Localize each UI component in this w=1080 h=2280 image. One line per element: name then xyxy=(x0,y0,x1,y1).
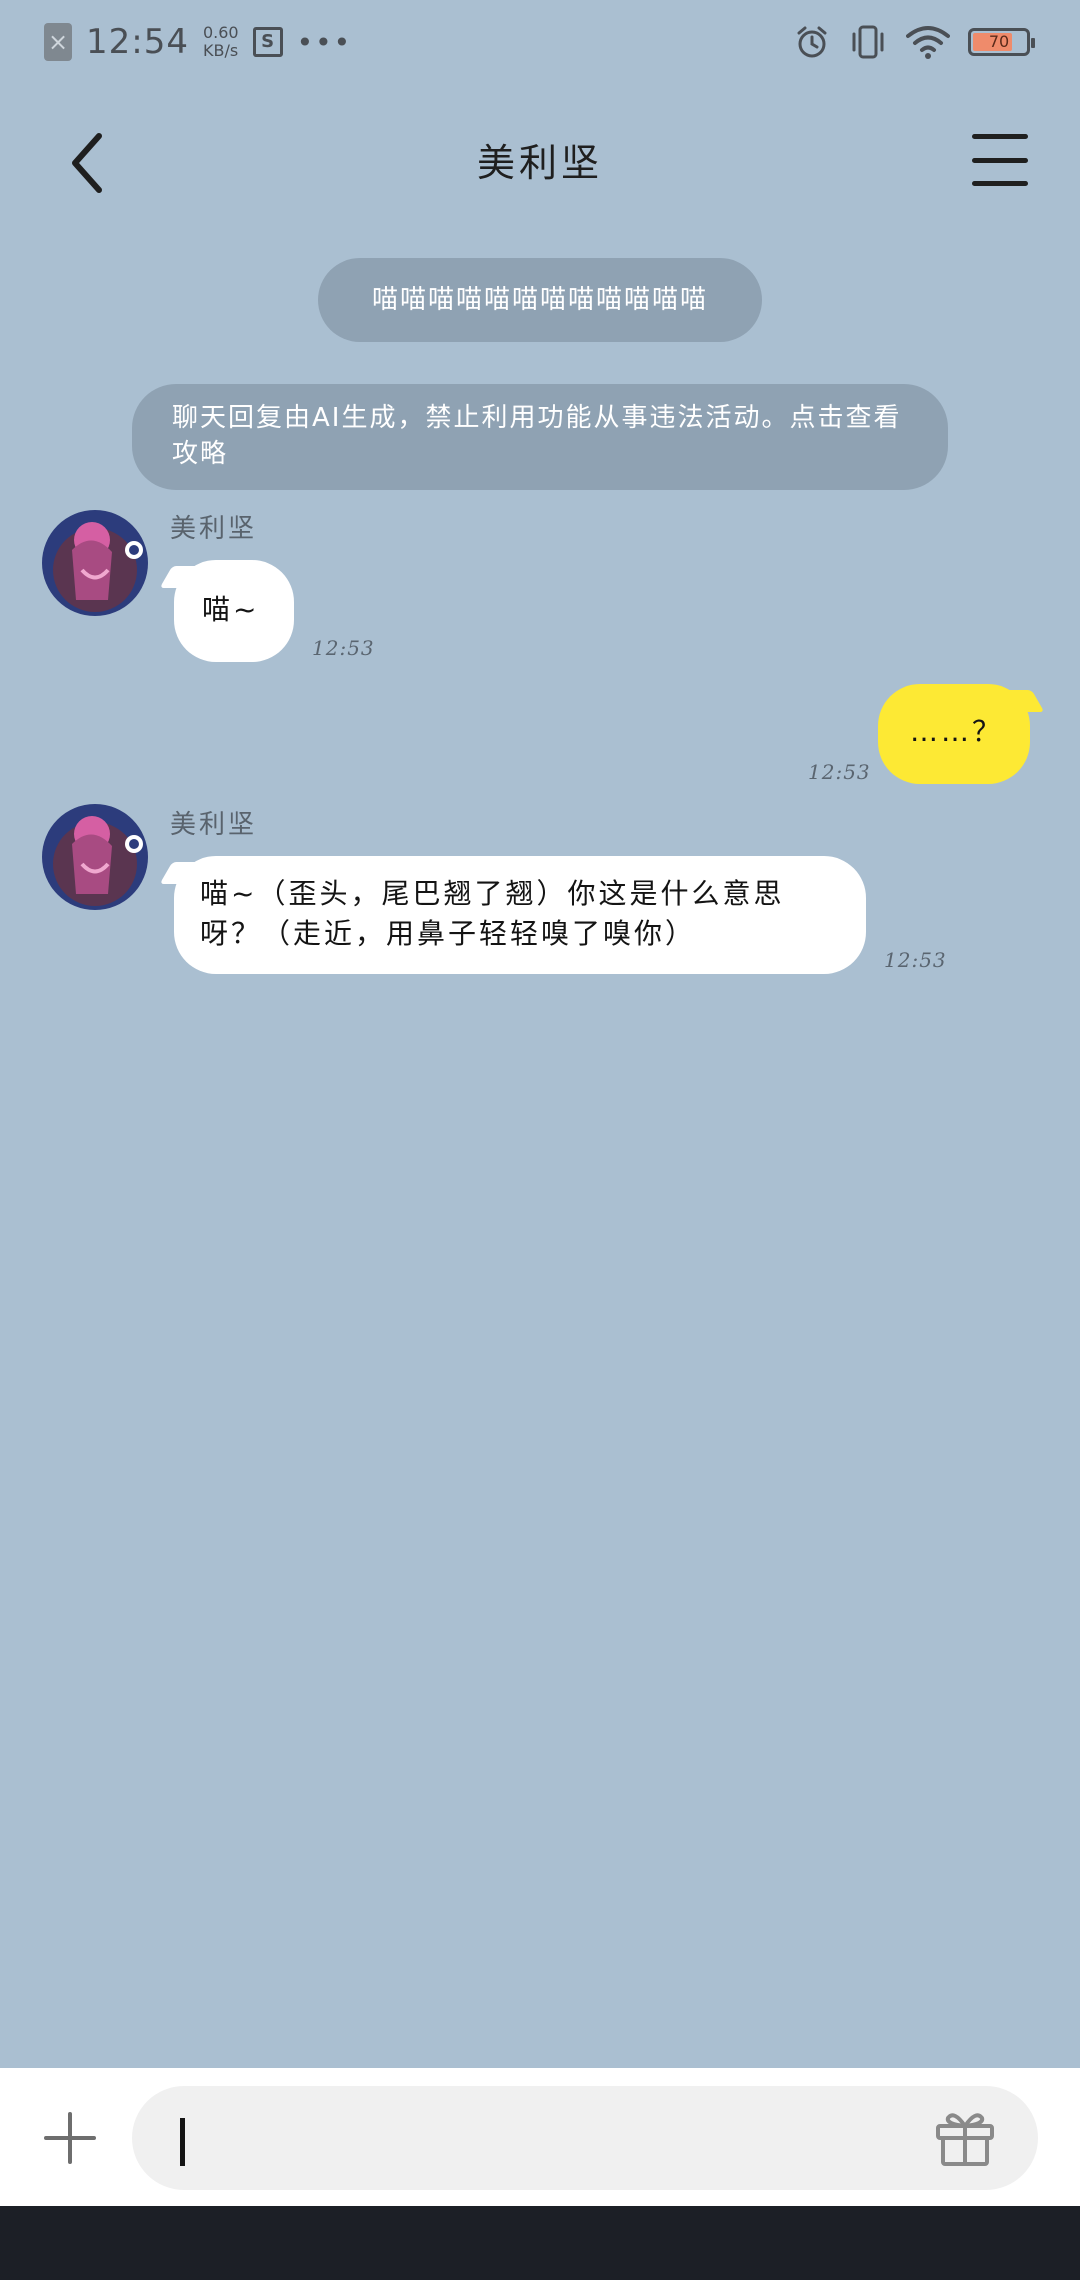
message-time: 12:53 xyxy=(884,948,947,972)
battery-icon: 70 xyxy=(968,28,1035,56)
message-time: 12:53 xyxy=(312,636,375,660)
menu-line-icon xyxy=(972,181,1028,186)
alarm-icon xyxy=(797,26,827,58)
message-time: 12:53 xyxy=(808,760,871,784)
message-bubble[interactable]: 喵~ xyxy=(174,560,294,662)
avatar[interactable] xyxy=(42,510,148,616)
gift-button[interactable] xyxy=(934,2108,996,2168)
ai-notice-link[interactable]: 聊天回复由AI生成，禁止利用功能从事违法活动。点击查看攻略 xyxy=(132,384,948,490)
vibrate-icon xyxy=(852,25,884,59)
sender-name: 美利坚 xyxy=(170,810,258,840)
menu-line-icon xyxy=(972,134,1028,139)
message-input[interactable] xyxy=(132,2086,1038,2190)
more-notifications-icon: ••• xyxy=(296,25,353,59)
text-cursor xyxy=(180,2118,185,2166)
message-bubble[interactable]: ……？ xyxy=(878,684,1030,784)
chat-header: 美利坚 xyxy=(0,110,1080,210)
system-banner: 喵喵喵喵喵喵喵喵喵喵喵喵 xyxy=(318,258,762,342)
network-speed-value: 0.60 xyxy=(202,23,239,42)
status-bar: 12:54 0.60 KB/s S ••• 70 xyxy=(0,0,1080,84)
menu-button[interactable] xyxy=(972,134,1028,186)
status-left: 12:54 0.60 KB/s S ••• xyxy=(44,18,352,66)
battery-level: 70 xyxy=(988,32,1010,51)
menu-line-icon xyxy=(972,157,1028,163)
wifi-icon xyxy=(906,26,950,59)
avatar-image xyxy=(42,510,148,616)
gift-icon xyxy=(936,2113,994,2166)
avatar[interactable] xyxy=(42,804,148,910)
system-navigation-area xyxy=(0,2206,1080,2280)
input-bar xyxy=(0,2068,1080,2206)
status-time: 12:54 xyxy=(86,22,189,62)
sender-name: 美利坚 xyxy=(170,514,258,544)
message-text: ……？ xyxy=(910,715,1004,748)
message-bubble[interactable]: 喵~（歪头，尾巴翘了翘）你这是什么意思呀？（走近，用鼻子轻轻嗅了嗅你） xyxy=(174,856,866,974)
message-text: 喵~ xyxy=(202,593,260,626)
network-speed: 0.60 KB/s xyxy=(203,24,239,60)
screenshot-icon: S xyxy=(252,27,283,57)
avatar-image xyxy=(42,804,148,910)
message-text: 喵~（歪头，尾巴翘了翘）你这是什么意思呀？（走近，用鼻子轻轻嗅了嗅你） xyxy=(200,877,785,950)
add-attachment-button[interactable] xyxy=(40,2108,100,2168)
status-right: 70 xyxy=(794,18,1035,66)
network-speed-unit: KB/s xyxy=(202,41,239,60)
sim-error-icon xyxy=(44,23,72,61)
page-title: 美利坚 xyxy=(476,141,603,185)
